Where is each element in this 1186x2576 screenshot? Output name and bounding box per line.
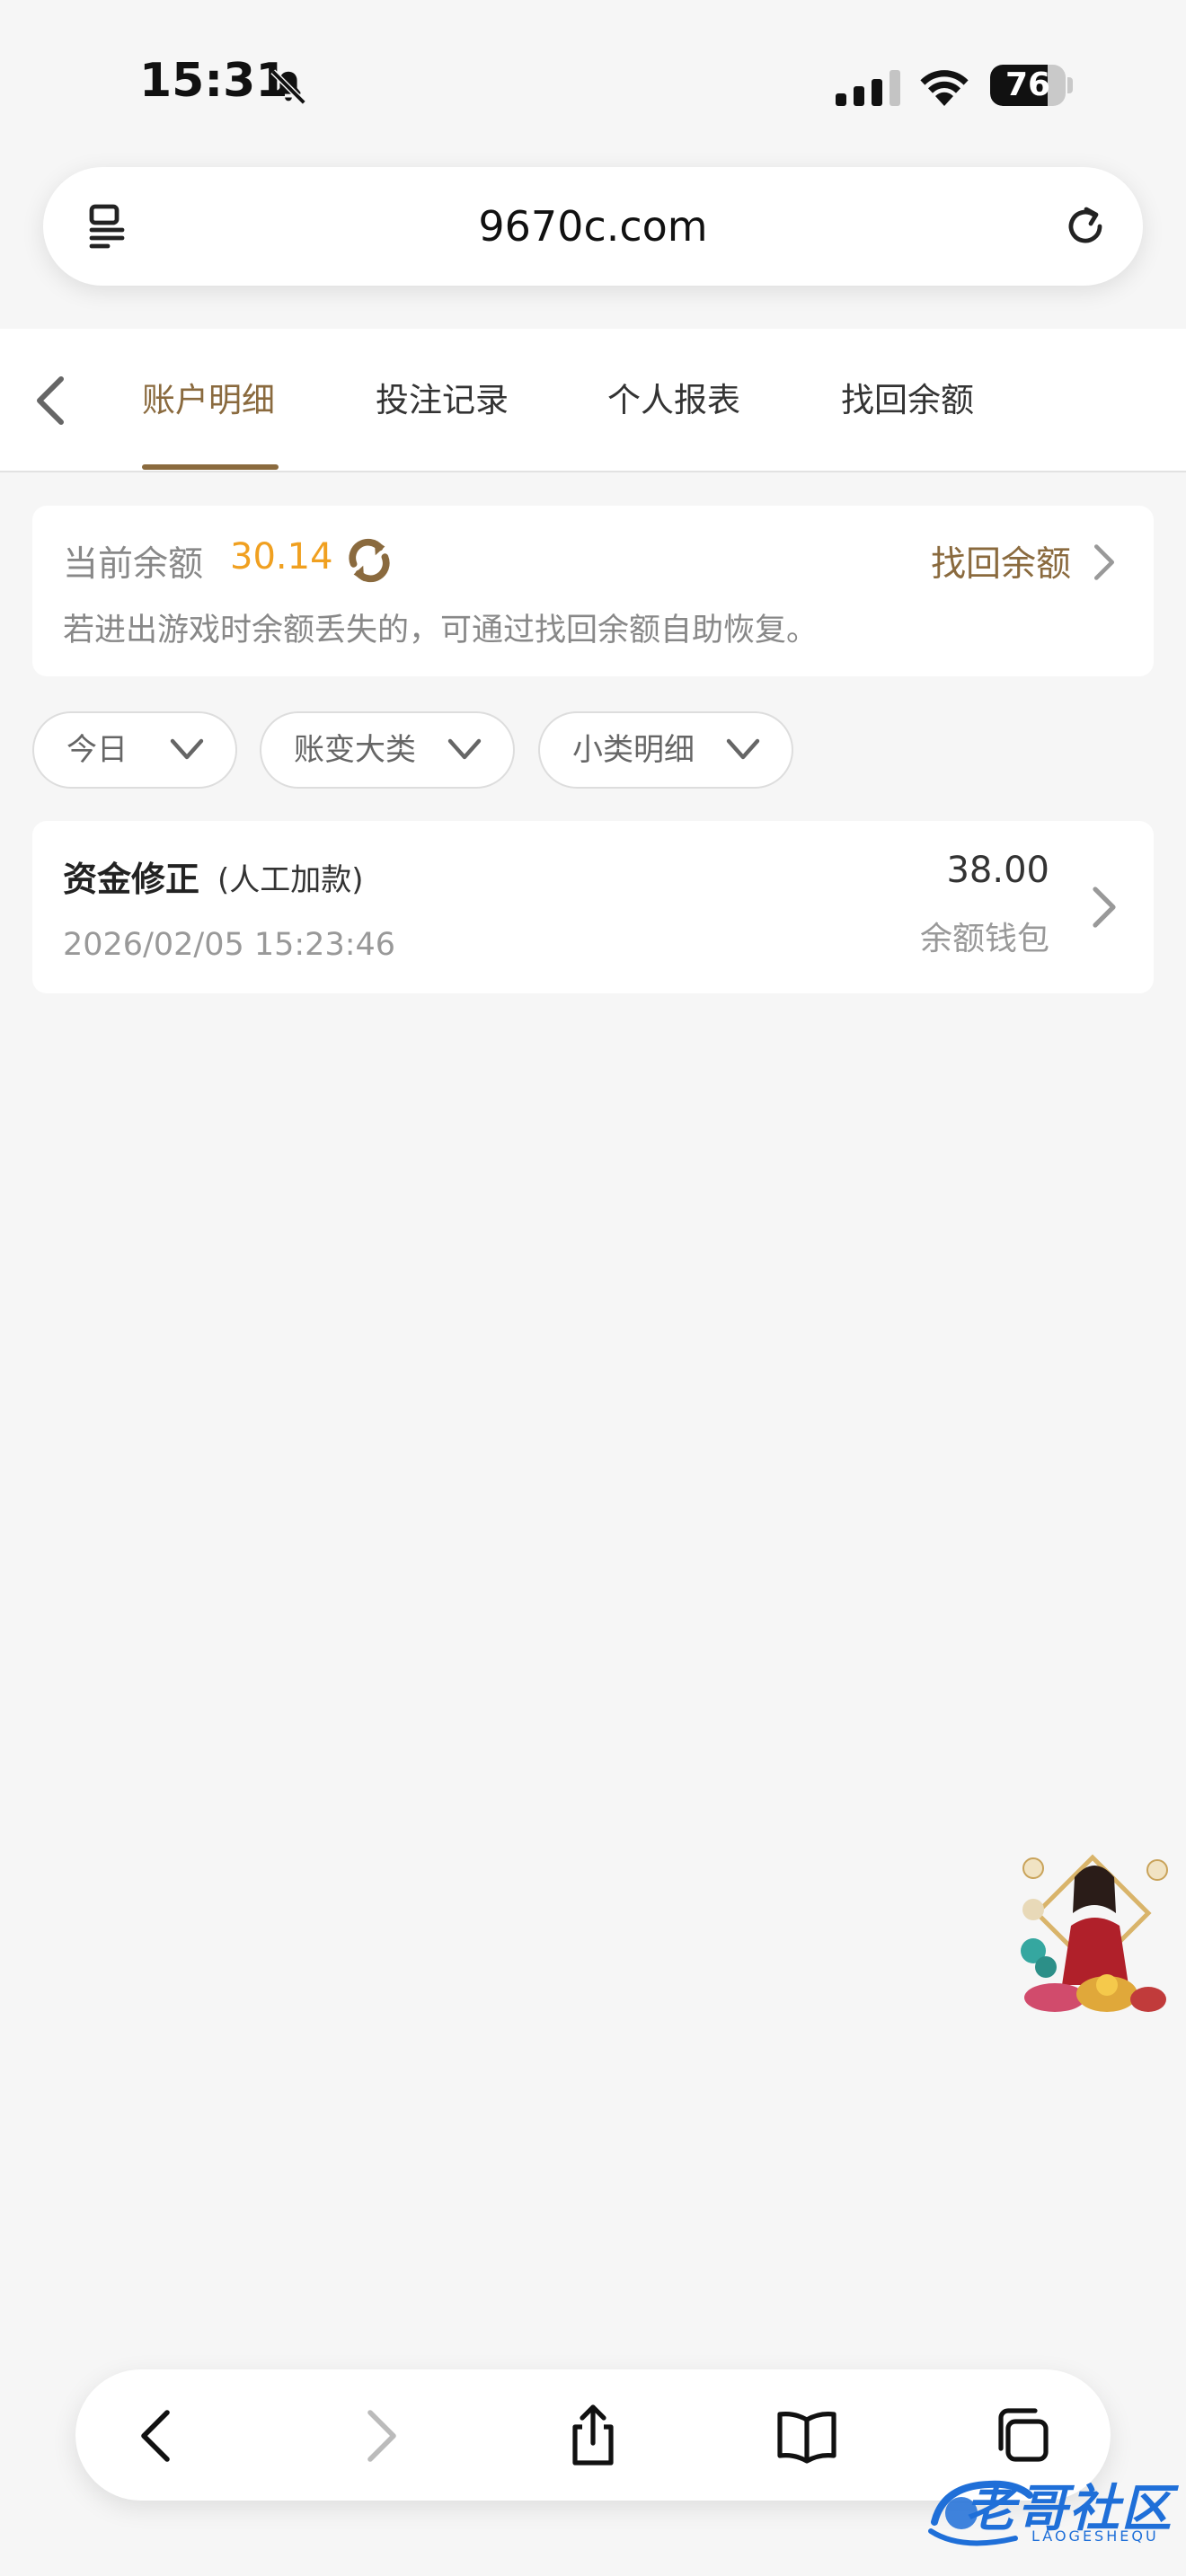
refresh-balance-icon[interactable] [343,534,395,587]
filter-date[interactable]: 今日 [32,711,237,789]
tab-account-details[interactable]: 账户明细 [142,329,275,472]
chevron-right-icon[interactable] [1091,886,1118,929]
status-time: 15:31 [139,54,288,108]
tab-navigation: 账户明细 投注记录 个人报表 找回余额 [0,329,1186,472]
balance-value: 30.14 [230,536,333,578]
chevron-down-icon [447,738,482,760]
filter-date-label: 今日 [66,732,128,768]
cellular-signal-icon [836,70,900,106]
chevron-right-icon[interactable] [1093,543,1116,581]
watermark-subtext: LAOGESHEQU [1031,2527,1159,2545]
filter-subcategory-label: 小类明细 [572,732,695,768]
chevron-down-icon [170,738,204,760]
recover-balance-link[interactable]: 找回余额 [931,536,1071,587]
balance-card: 当前余额 30.14 找回余额 若进出游戏时余额丢失的，可通过找回余额自助恢复。 [32,506,1154,676]
chevron-down-icon [726,738,760,760]
tab-recover-balance[interactable]: 找回余额 [841,329,974,472]
filter-category-label: 账变大类 [294,732,416,768]
back-icon[interactable] [124,2402,192,2470]
filter-subcategory[interactable]: 小类明细 [538,711,793,789]
tabs-icon[interactable] [987,2402,1055,2470]
tab-bet-records[interactable]: 投注记录 [376,329,509,472]
forward-icon[interactable] [345,2402,413,2470]
share-icon[interactable] [559,2402,627,2470]
battery-indicator: 76 [990,65,1073,106]
balance-label: 当前余额 [63,544,204,585]
balance-hint-text: 若进出游戏时余额丢失的，可通过找回余额自助恢复。 [63,613,819,648]
url-text[interactable]: 9670c.com [43,167,1143,286]
transaction-wallet: 余额钱包 [919,921,1049,957]
transaction-row[interactable]: 资金修正 (人工加款) 2026/02/05 15:23:46 38.00 余额… [32,821,1154,993]
address-bar[interactable]: 9670c.com [43,167,1143,286]
active-tab-indicator [142,464,279,470]
transaction-amount: 38.00 [946,850,1049,891]
battery-percent: 76 [1005,66,1051,103]
transaction-subtitle: (人工加款) [217,862,364,898]
tab-personal-report[interactable]: 个人报表 [607,329,740,472]
back-chevron-icon[interactable] [32,374,68,428]
floating-promo-badge[interactable] [1013,1850,1172,2017]
bookmarks-icon[interactable] [773,2402,841,2470]
transaction-date: 2026/02/05 15:23:46 [63,927,396,963]
transaction-title: 资金修正 [63,860,200,899]
wifi-icon [920,70,969,106]
filter-category[interactable]: 账变大类 [260,711,515,789]
reload-icon[interactable] [1060,201,1111,251]
watermark-logo: 老哥社区 LAOGESHEQU [925,2468,1177,2554]
bell-muted-icon [270,69,306,105]
